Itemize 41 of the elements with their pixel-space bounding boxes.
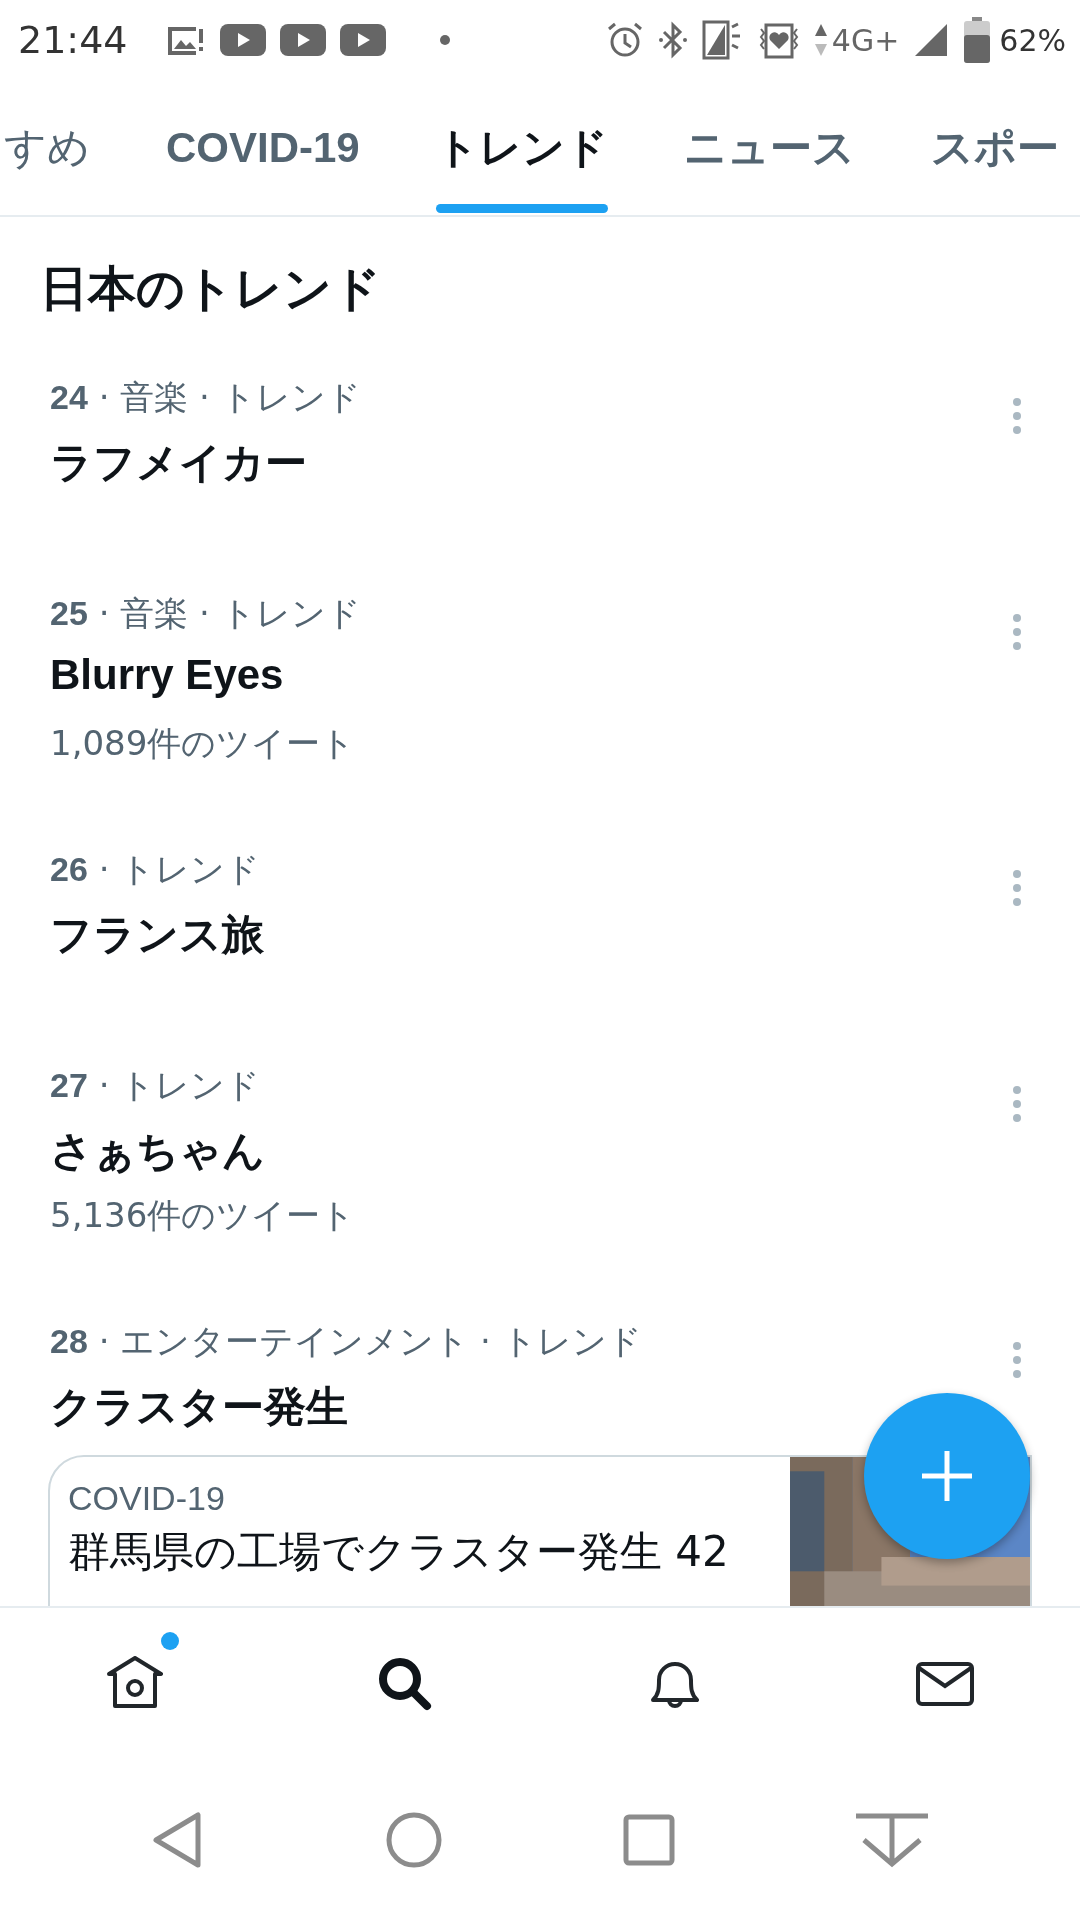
section-title: 日本のトレンド xyxy=(39,259,382,318)
alarm-icon xyxy=(605,21,644,59)
play-icon xyxy=(339,24,386,56)
play-icon xyxy=(279,24,326,56)
trend-meta: 26 · トレンド xyxy=(50,848,262,891)
tweet-count: 1,089件のツイート xyxy=(50,722,357,765)
signal-icon xyxy=(913,22,950,58)
trend-meta: 27 · トレンド xyxy=(50,1064,262,1107)
tab[interactable]: ニュース xyxy=(683,80,855,215)
tab[interactable]: すめ xyxy=(4,80,90,215)
dot-icon xyxy=(439,35,450,45)
more-icon[interactable] xyxy=(1012,397,1022,435)
trend-title[interactable]: Blurry Eyes xyxy=(50,651,284,715)
notification-dot xyxy=(161,1632,179,1650)
trend-meta: 24 · 音楽 · トレンド xyxy=(50,376,362,419)
plus-icon xyxy=(920,1449,974,1503)
news-topic: COVID-19 xyxy=(68,1479,226,1518)
status-time: 21:44 xyxy=(18,18,128,62)
tab[interactable]: スポー xyxy=(930,80,1059,215)
play-icon xyxy=(219,24,266,56)
tweet-count: 5,136件のツイート xyxy=(50,1194,357,1237)
tab[interactable]: トレンド xyxy=(435,80,608,215)
trend-title[interactable]: ラフメイカー xyxy=(50,435,307,499)
home-circle-icon[interactable] xyxy=(385,1811,444,1869)
more-icon[interactable] xyxy=(1012,1341,1022,1379)
trend-meta: 25 · 音楽 · トレンド xyxy=(50,592,362,635)
more-icon[interactable] xyxy=(1012,1085,1022,1123)
trend-meta: 28 · エンターテインメント · トレンド xyxy=(50,1320,643,1363)
bluetooth-icon xyxy=(657,21,688,59)
more-icon[interactable] xyxy=(1012,613,1022,651)
notification-pull-icon[interactable] xyxy=(854,1812,931,1868)
tab[interactable]: COVID-19 xyxy=(166,80,360,215)
trend-title[interactable]: さぁちゃん xyxy=(50,1123,265,1187)
battery-icon xyxy=(963,17,992,63)
recents-icon[interactable] xyxy=(622,1814,675,1866)
more-icon[interactable] xyxy=(1012,869,1022,907)
trend-title[interactable]: フランス旅 xyxy=(50,907,264,971)
battery-percent: 62% xyxy=(999,22,1066,58)
news-headline: 群馬県の工場でクラスター発生 42 xyxy=(68,1526,730,1578)
network-type: 4G+ xyxy=(831,22,900,58)
trend-title[interactable]: クラスター発生 xyxy=(50,1379,348,1443)
